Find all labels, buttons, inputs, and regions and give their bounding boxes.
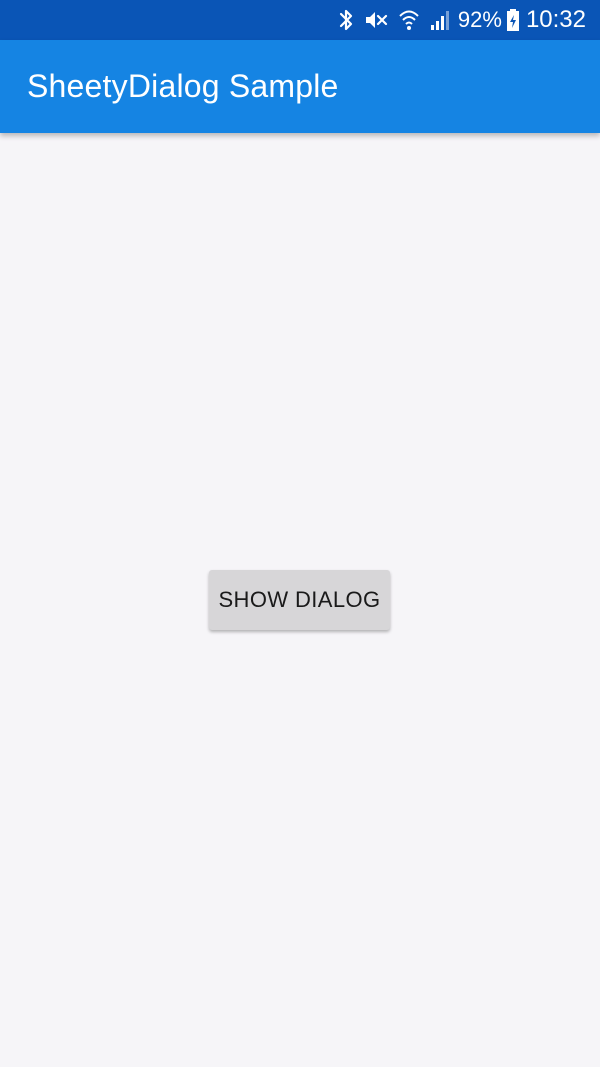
app-bar: SheetyDialog Sample <box>0 40 600 133</box>
battery-icon <box>506 8 520 32</box>
wifi-icon <box>398 8 420 32</box>
signal-icon <box>430 9 452 31</box>
main-content: SHOW DIALOG <box>0 133 600 1067</box>
status-time: 10:32 <box>525 6 586 33</box>
mute-icon <box>364 8 388 32</box>
show-dialog-button[interactable]: SHOW DIALOG <box>209 570 390 630</box>
bluetooth-icon <box>338 8 354 32</box>
status-bar: 92% 10:32 <box>0 0 600 40</box>
battery-percentage: 92% <box>457 7 502 32</box>
app-title: SheetyDialog Sample <box>27 68 339 104</box>
